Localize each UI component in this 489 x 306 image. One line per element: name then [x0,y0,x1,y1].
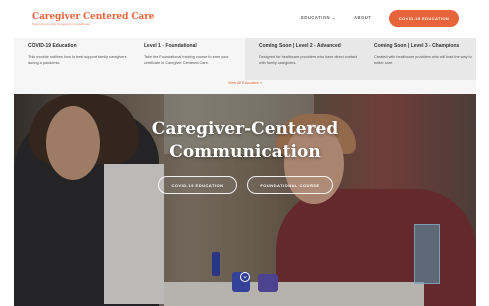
menu-column-description: Designed for healthcare providers who ha… [259,55,357,65]
menu-column-description: Created with healthcare providers who wi… [374,55,472,65]
logo-subtitle: Supporting Family Caregivers in Healthca… [32,22,91,26]
menu-column-title: Coming Soon | Level 2 - Advanced [259,43,341,49]
menu-column-level2[interactable]: Coming Soon | Level 2 - Advanced Designe… [245,38,360,80]
nav-education[interactable]: EDUCATION ⌄ [301,15,336,20]
menu-column-title: Level 1 - Foundational [144,43,197,49]
hero-foundational-course-button[interactable]: FOUNDATIONAL COURSE [247,176,333,194]
hero-title-line: Caregiver-Centered [151,119,339,139]
education-mega-menu: COVID-19 Education This module outlines … [14,38,476,94]
chevron-down-icon: ⌄ [332,15,336,20]
view-all-education-link[interactable]: View All Education » [14,81,476,85]
covid-education-cta-button[interactable]: COVID-19 EDUCATION [389,10,459,27]
logo-title: Caregiver Centered Care [32,12,155,22]
site-header: Caregiver Centered Care Supporting Famil… [0,0,489,38]
hero-banner: Caregiver-Centered Communication COVID-1… [14,94,476,306]
menu-column-level3[interactable]: Coming Soon | Level 3 - Champions Create… [360,38,476,80]
menu-column-description: Take the Foundational training course to… [144,55,229,65]
menu-column-level1[interactable]: Level 1 - Foundational Take the Foundati… [130,38,245,80]
menu-column-title: COVID-19 Education [28,43,77,49]
nav-education-label: EDUCATION [301,15,331,20]
menu-column-title: Coming Soon | Level 3 - Champions [374,43,460,49]
chevron-down-icon[interactable]: ⌄ [240,272,250,282]
hero-title-line: Communication [169,142,321,162]
hero-covid-education-button[interactable]: COVID-19 EDUCATION [158,176,237,194]
site-logo[interactable]: Caregiver Centered Care Supporting Famil… [32,12,154,27]
menu-column-covid[interactable]: COVID-19 Education This module outlines … [14,38,130,80]
nav-about[interactable]: ABOUT [354,15,371,20]
menu-column-description: This module outlines how to best support… [28,55,127,65]
nav-about-label: ABOUT [354,15,372,20]
hero-title: Caregiver-Centered Communication [14,118,476,164]
